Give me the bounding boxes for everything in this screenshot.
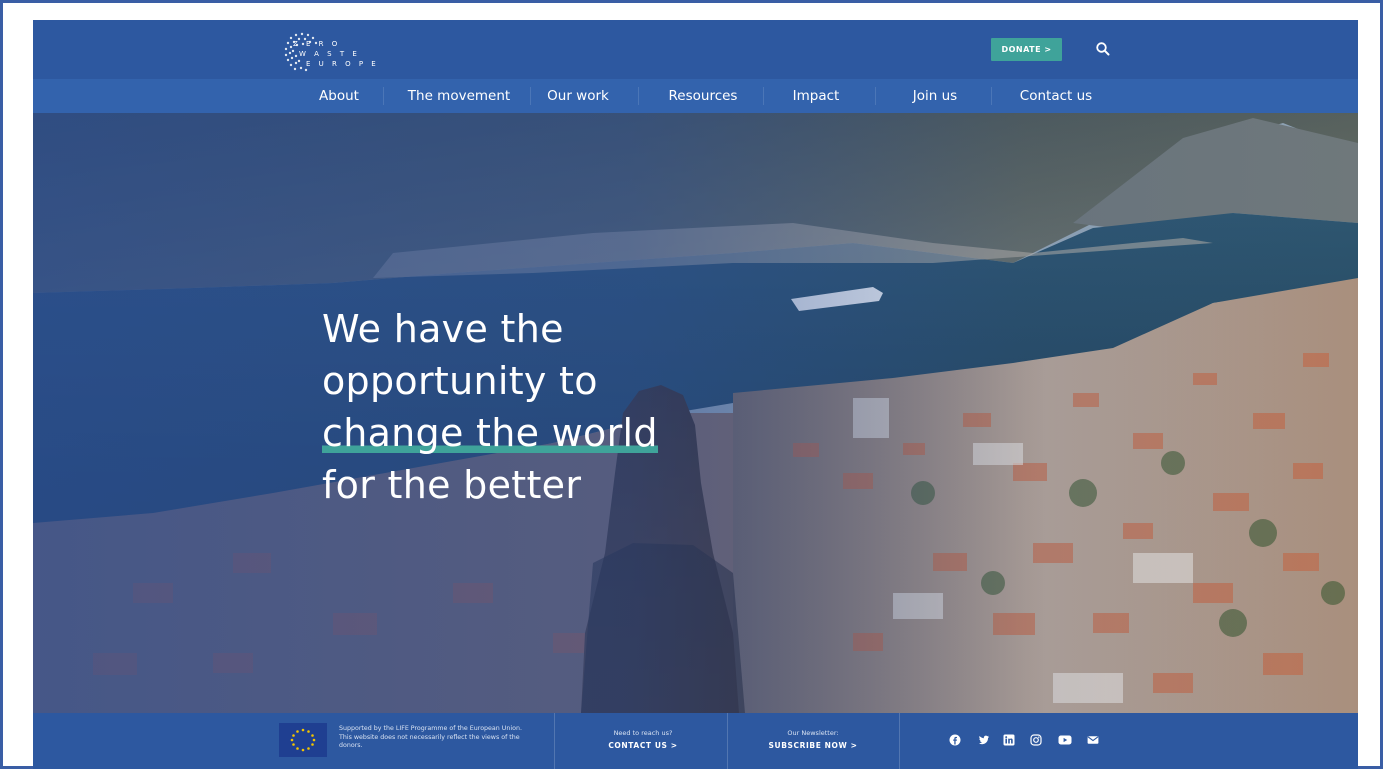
- main-navigation: About The movement Our work Resources Im…: [33, 79, 1358, 113]
- eu-flag-icon: [279, 723, 327, 757]
- contact-prompt: Need to reach us?: [613, 729, 673, 737]
- instagram-icon[interactable]: [1030, 734, 1042, 746]
- hero-section: We have the opportunity to change the wo…: [33, 113, 1358, 713]
- logo-text-zero: Z E R O: [293, 40, 341, 48]
- eu-funding-disclaimer: Supported by the LIFE Programme of the E…: [339, 725, 522, 750]
- subscribe-now-link[interactable]: SUBSCRIBE NOW >: [733, 741, 893, 750]
- nav-item-about[interactable]: About: [303, 79, 375, 113]
- nav-divider: [638, 87, 639, 105]
- logo-text-waste: W A S T E: [299, 50, 360, 58]
- nav-divider: [875, 87, 876, 105]
- nav-divider: [991, 87, 992, 105]
- twitter-icon[interactable]: [978, 734, 990, 746]
- website: Z E R O W A S T E E U R O P E DONATE > A…: [33, 20, 1358, 769]
- nav-item-our-work[interactable]: Our work: [538, 79, 618, 113]
- top-bar: Z E R O W A S T E E U R O P E DONATE >: [33, 20, 1358, 79]
- hero-headline: We have the opportunity to change the wo…: [322, 303, 742, 511]
- nav-item-contact-us[interactable]: Contact us: [1008, 79, 1104, 113]
- headline-line-1: We have the: [322, 307, 564, 351]
- search-icon[interactable]: [1095, 41, 1111, 57]
- footer-divider: [727, 713, 728, 769]
- facebook-icon[interactable]: [949, 734, 961, 746]
- footer-newsletter: Our Newsletter: SUBSCRIBE NOW >: [733, 729, 893, 750]
- nav-item-impact[interactable]: Impact: [778, 79, 854, 113]
- footer-bar: Supported by the LIFE Programme of the E…: [33, 713, 1358, 769]
- footer-divider: [554, 713, 555, 769]
- headline-line-3-highlighted: change the world: [322, 407, 658, 459]
- nav-item-join-us[interactable]: Join us: [898, 79, 972, 113]
- youtube-icon[interactable]: [1058, 734, 1072, 746]
- headline-line-4: for the better: [322, 463, 582, 507]
- nav-divider: [530, 87, 531, 105]
- email-icon[interactable]: [1087, 734, 1099, 746]
- linkedin-icon[interactable]: [1003, 734, 1015, 746]
- footer-divider: [899, 713, 900, 769]
- footer-contact: Need to reach us? CONTACT US >: [563, 729, 723, 750]
- contact-us-link[interactable]: CONTACT US >: [563, 741, 723, 750]
- newsletter-prompt: Our Newsletter:: [787, 729, 839, 737]
- zero-waste-europe-logo[interactable]: Z E R O W A S T E E U R O P E: [279, 28, 399, 74]
- nav-divider: [763, 87, 764, 105]
- nav-item-the-movement[interactable]: The movement: [398, 79, 520, 113]
- donate-button[interactable]: DONATE >: [991, 38, 1062, 61]
- nav-divider: [383, 87, 384, 105]
- logo-text-europe: E U R O P E: [306, 60, 379, 68]
- headline-line-2: opportunity to: [322, 359, 598, 403]
- nav-item-resources[interactable]: Resources: [655, 79, 751, 113]
